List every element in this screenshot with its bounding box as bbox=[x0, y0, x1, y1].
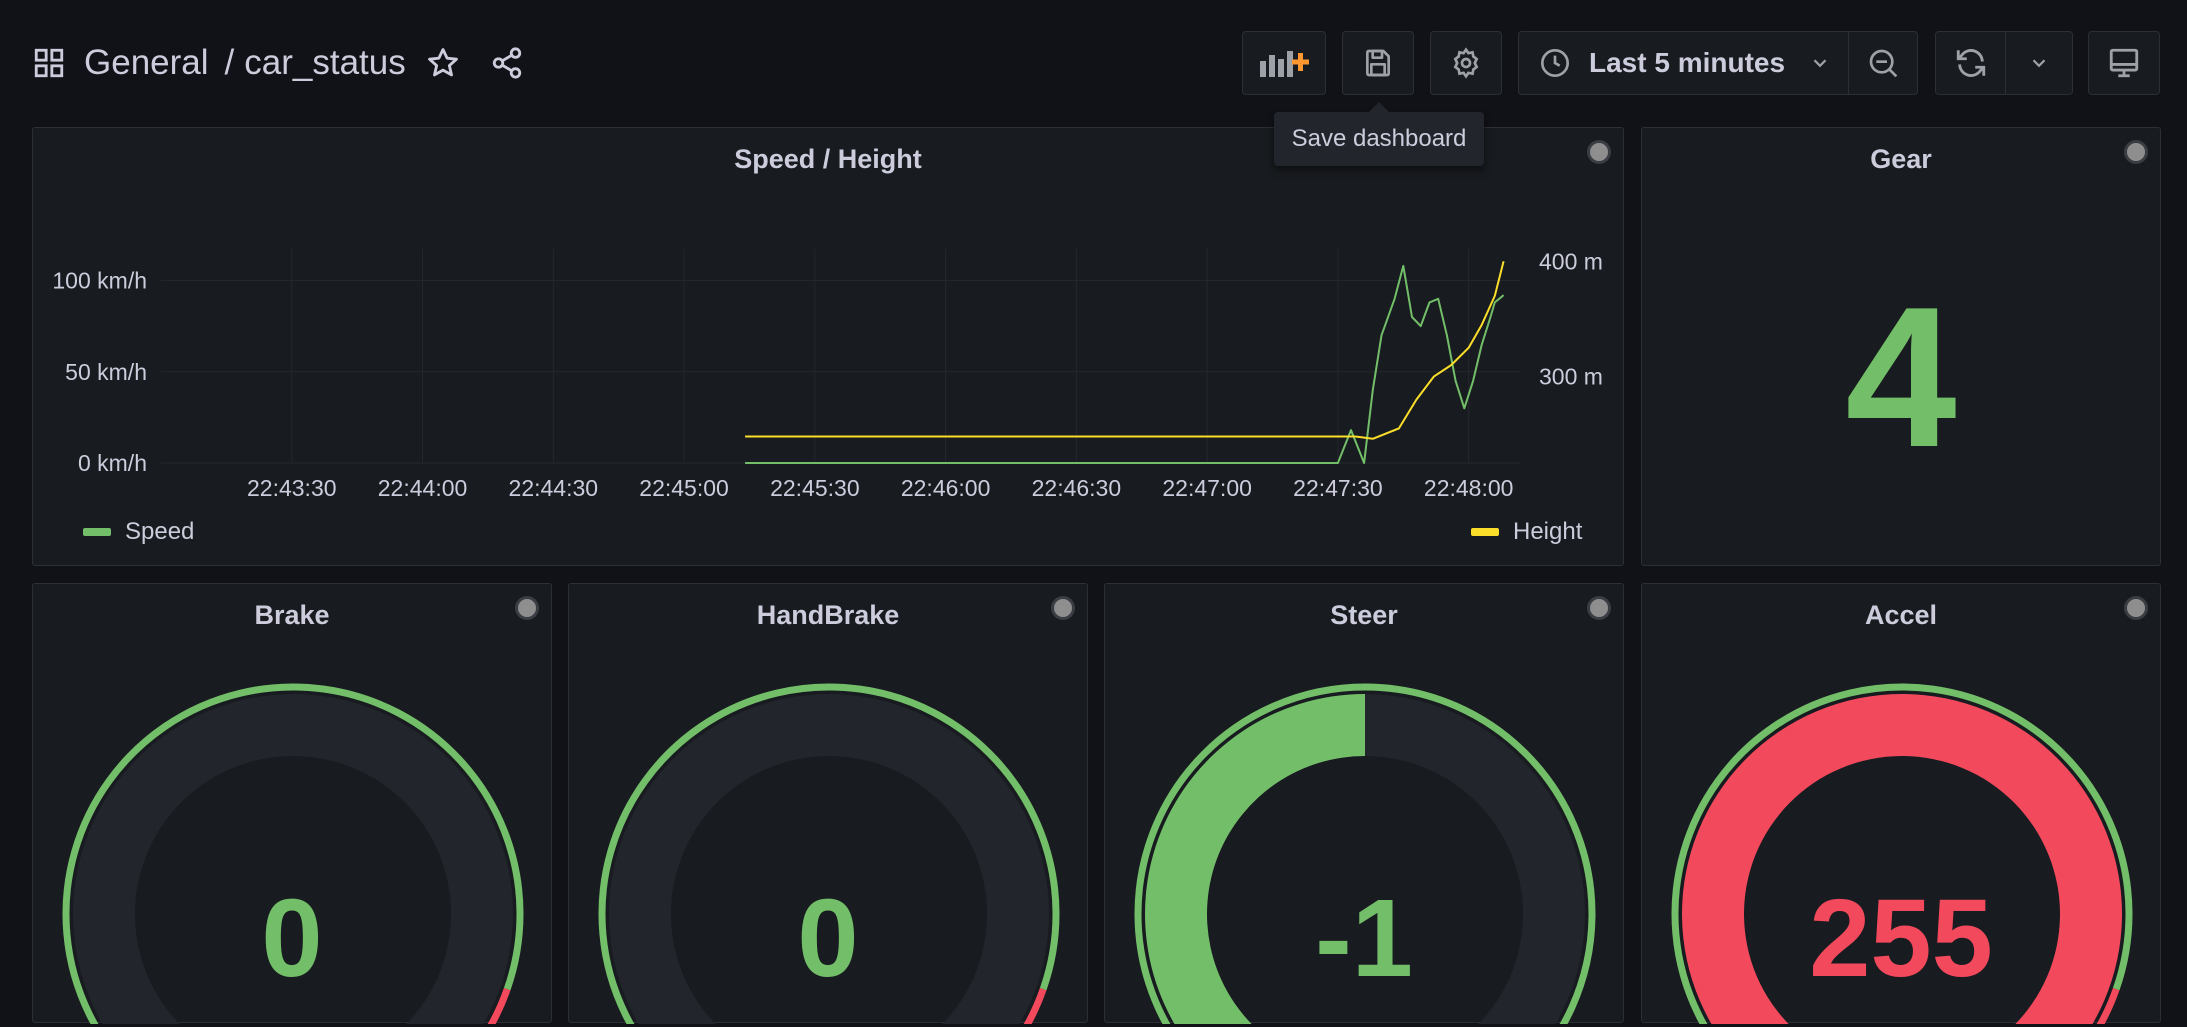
x-tick-label: 22:47:30 bbox=[1293, 475, 1383, 501]
x-tick-label: 22:46:00 bbox=[901, 475, 991, 501]
legend-swatch bbox=[1471, 528, 1499, 536]
zoom-out-icon bbox=[1869, 49, 1898, 78]
panel-speed-height: Speed / Height 22:43:30 22:44:00 22:44:30 2… bbox=[32, 127, 1624, 566]
x-tick-label: 22:48:00 bbox=[1424, 475, 1514, 501]
save-dashboard-button[interactable] bbox=[1342, 31, 1414, 95]
add-panel-button[interactable] bbox=[1242, 31, 1326, 95]
legend-speed[interactable]: Speed bbox=[83, 518, 194, 546]
gauge-value: 0 bbox=[797, 877, 859, 1000]
x-tick-label: 22:44:00 bbox=[378, 475, 468, 501]
legend-height[interactable]: Height bbox=[1471, 518, 1582, 546]
x-tick-label: 22:47:00 bbox=[1162, 475, 1252, 501]
gauge-value: 255 bbox=[1809, 877, 1993, 1000]
panel-title[interactable]: Gear bbox=[1642, 144, 2160, 175]
y-left-tick-label: 50 km/h bbox=[65, 359, 147, 385]
y-right-tick-label: 300 m bbox=[1539, 364, 1603, 390]
breadcrumb: General / car_status bbox=[32, 38, 524, 88]
dashboard-navbar: General / car_status Last 5 minutes bbox=[0, 0, 2187, 126]
refresh-button[interactable] bbox=[1936, 32, 2006, 94]
time-range-label: Last 5 minutes bbox=[1589, 47, 1786, 78]
x-tick-label: 22:45:30 bbox=[770, 475, 860, 501]
time-range-button[interactable]: Last 5 minutes bbox=[1519, 32, 1849, 94]
monitor-icon bbox=[2109, 48, 2139, 78]
gauge-value: 0 bbox=[261, 877, 323, 1000]
refresh-picker[interactable] bbox=[1935, 31, 2073, 95]
y-left-tick-label: 0 km/h bbox=[78, 450, 147, 476]
chevron-down-icon bbox=[1813, 59, 1827, 68]
y-right-tick-label: 400 m bbox=[1539, 248, 1603, 274]
star-icon[interactable] bbox=[426, 46, 460, 80]
gear-icon bbox=[1453, 47, 1479, 79]
series-line-speed bbox=[745, 264, 1505, 464]
grid-icon[interactable] bbox=[32, 46, 66, 80]
breadcrumb-separator: / bbox=[224, 43, 235, 82]
panel-accel: Accel 255 bbox=[1641, 583, 2161, 1024]
time-range-picker[interactable]: Last 5 minutes bbox=[1518, 31, 1918, 95]
save-icon bbox=[1366, 49, 1390, 77]
breadcrumb-folder[interactable]: General bbox=[84, 43, 209, 83]
x-tick-label: 22:46:30 bbox=[1032, 475, 1122, 501]
breadcrumb-dashboard[interactable]: car_status bbox=[244, 43, 405, 83]
stat-value: 4 bbox=[1845, 266, 1957, 489]
refresh-interval-dropdown[interactable] bbox=[2006, 52, 2072, 74]
panel-steer: Steer -1 bbox=[1104, 583, 1624, 1024]
legend-label: Height bbox=[1513, 518, 1583, 545]
add-panel-icon bbox=[1260, 51, 1309, 77]
share-icon[interactable] bbox=[490, 46, 524, 80]
panel-handbrake: HandBrake 0 bbox=[568, 583, 1088, 1024]
panel-brake: Brake 0 bbox=[32, 583, 552, 1024]
tv-mode-button[interactable] bbox=[2088, 31, 2160, 95]
panel-gear: Gear 4 bbox=[1641, 127, 2161, 566]
y-left-tick-label: 100 km/h bbox=[52, 268, 147, 294]
status-dot[interactable] bbox=[2124, 140, 2148, 164]
clock-icon bbox=[1541, 49, 1569, 77]
legend-label: Speed bbox=[125, 518, 195, 545]
zoom-out-button[interactable] bbox=[1849, 47, 1917, 79]
refresh-icon bbox=[1956, 49, 1985, 77]
dashboard-settings-button[interactable] bbox=[1430, 31, 1502, 95]
save-dashboard-tooltip: Save dashboard bbox=[1274, 102, 1484, 166]
x-tick-label: 22:43:30 bbox=[247, 475, 337, 501]
x-tick-label: 22:45:00 bbox=[639, 475, 729, 501]
legend-swatch bbox=[83, 528, 111, 536]
series-line-height bbox=[745, 261, 1505, 440]
chevron-down-icon bbox=[2032, 59, 2046, 68]
x-tick-label: 22:44:30 bbox=[509, 475, 599, 501]
timeseries-chart[interactable]: 22:43:30 22:44:00 22:44:30 22:45:00 22:45:30… bbox=[33, 128, 1625, 567]
gauge-value: -1 bbox=[1315, 877, 1413, 1000]
